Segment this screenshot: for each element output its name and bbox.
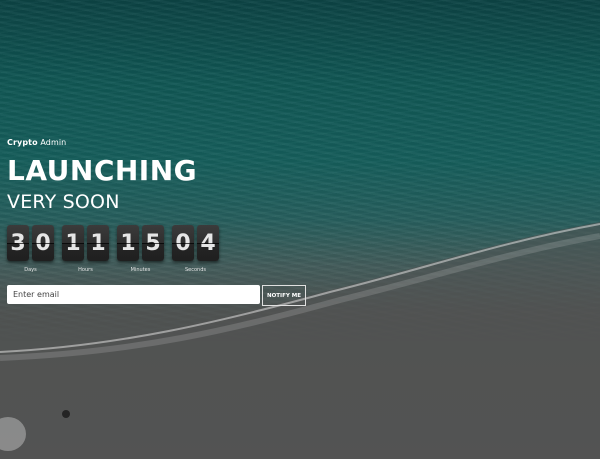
seconds-digit-2: 4 xyxy=(197,225,219,261)
countdown-minutes: 1 5 Minutes xyxy=(117,225,164,273)
countdown-hours: 1 1 Hours xyxy=(62,225,109,273)
seconds-label: Seconds xyxy=(184,267,206,273)
countdown-seconds: 0 4 Seconds xyxy=(172,225,219,273)
countdown-timer: 3 0 Days 1 1 Hours 1 5 Minutes 0 4 Secon… xyxy=(7,225,306,273)
seconds-digit-1: 0 xyxy=(172,225,194,261)
subscribe-form: NOTIFY ME xyxy=(7,285,306,306)
email-input[interactable] xyxy=(7,285,260,304)
page-title: LAUNCHING xyxy=(7,154,198,187)
hours-label: Hours xyxy=(78,267,93,273)
minutes-label: Minutes xyxy=(130,267,151,273)
hours-digit-2: 1 xyxy=(87,225,109,261)
days-digit-1: 3 xyxy=(7,225,29,261)
brand-rest: Admin xyxy=(37,138,67,147)
minutes-digit-2: 5 xyxy=(142,225,164,261)
hours-digit-1: 1 xyxy=(62,225,84,261)
days-digit-2: 0 xyxy=(32,225,54,261)
minutes-digit-1: 1 xyxy=(117,225,139,261)
coming-soon-panel: Crypto Admin LAUNCHING VERY SOON 3 0 Day… xyxy=(7,138,306,306)
notify-me-button[interactable]: NOTIFY ME xyxy=(262,285,306,306)
page-subtitle: VERY SOON xyxy=(7,191,120,213)
days-label: Days xyxy=(24,267,37,273)
brand-bold: Crypto xyxy=(7,138,38,147)
brand-logo[interactable]: Crypto Admin xyxy=(7,138,306,147)
countdown-days: 3 0 Days xyxy=(7,225,54,273)
